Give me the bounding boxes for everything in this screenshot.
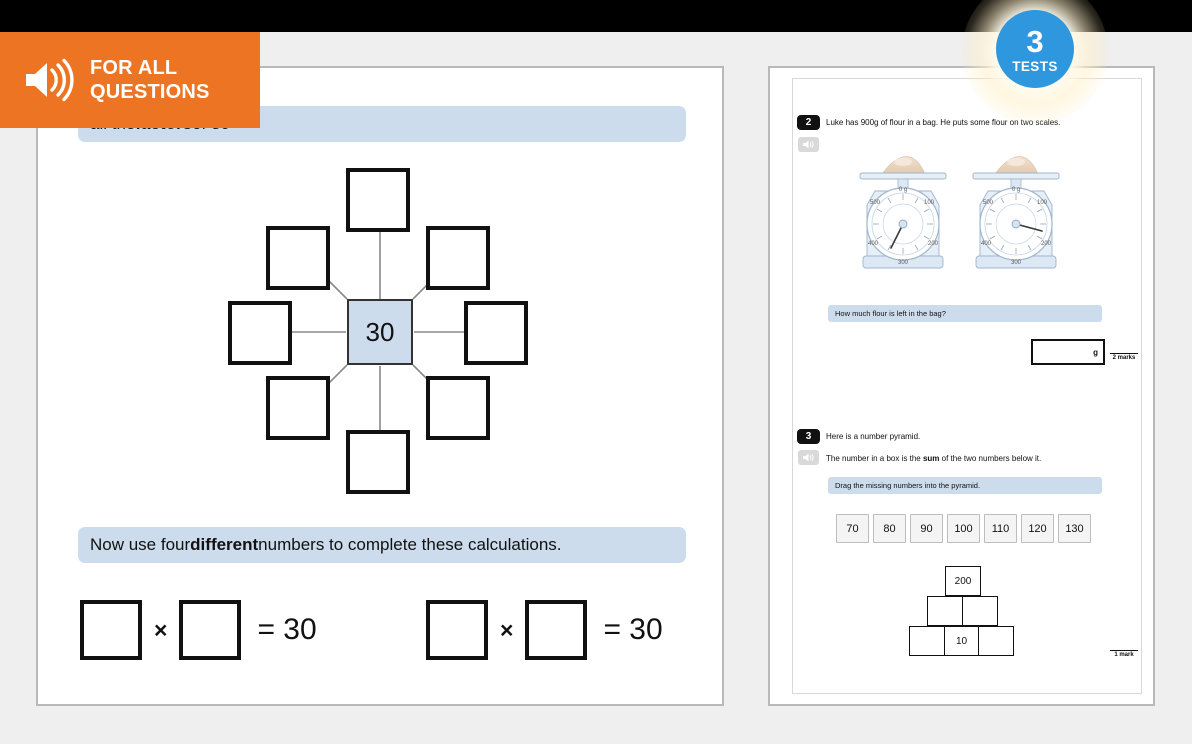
- question-3-number: 3: [797, 429, 820, 444]
- calc2-result: = 30: [603, 613, 663, 646]
- svg-text:0 g: 0 g: [1012, 187, 1020, 193]
- for-all-questions-banner[interactable]: FOR ALL QUESTIONS: [0, 32, 260, 128]
- calc-instruction-text-b: numbers to complete these calculations.: [258, 535, 562, 554]
- number-tile[interactable]: 120: [1021, 514, 1054, 543]
- pyramid-row-bottom: 10: [909, 626, 1014, 656]
- question-3-marks: 1 mark: [1110, 650, 1138, 658]
- factor-box-bottom-right[interactable]: [426, 376, 490, 440]
- question-2-sub-prompt: How much flour is left in the bag?: [828, 305, 1102, 322]
- tests-count-badge: 3 TESTS: [996, 10, 1074, 88]
- number-tile[interactable]: 70: [836, 514, 869, 543]
- calculations-instruction-banner: Now use four different numbers to comple…: [78, 527, 686, 563]
- svg-text:0 g: 0 g: [899, 187, 907, 193]
- speaker-icon: [803, 140, 814, 149]
- svg-text:200: 200: [928, 241, 939, 247]
- number-tile[interactable]: 100: [947, 514, 980, 543]
- factor-box-bottom-left[interactable]: [266, 376, 330, 440]
- number-tile[interactable]: 110: [984, 514, 1017, 543]
- svg-text:500: 500: [870, 200, 881, 206]
- question-3-line-1: Here is a number pyramid.: [826, 432, 921, 441]
- question-3-line-2-bold: sum: [922, 454, 940, 463]
- svg-text:300: 300: [1011, 260, 1022, 266]
- question-2-number: 2: [797, 115, 820, 130]
- question-2-marks: 2 marks: [1110, 353, 1138, 361]
- question-3-instruction: Drag the missing numbers into the pyrami…: [828, 477, 1102, 494]
- svg-text:300: 300: [898, 260, 909, 266]
- factor-web-diagram: 30: [215, 168, 545, 495]
- question-2-answer-box[interactable]: g: [1031, 339, 1105, 365]
- speaker-icon: [26, 58, 74, 102]
- calc-instruction-text-a: Now use four: [90, 535, 191, 554]
- factor-box-bottom[interactable]: [346, 430, 410, 494]
- question-2-answer-unit: g: [1093, 347, 1098, 357]
- svg-text:200: 200: [1041, 241, 1052, 247]
- pyramid-cell-middle-left[interactable]: [927, 596, 963, 626]
- question-3-line-2-a: The number in a box is the: [826, 454, 923, 463]
- question-3-speaker-button[interactable]: [798, 450, 819, 465]
- number-tile[interactable]: 90: [910, 514, 943, 543]
- right-scale: 0 g 100 200 300 400 500: [972, 156, 1060, 269]
- calc1-operand-a[interactable]: [80, 600, 142, 660]
- factor-box-top[interactable]: [346, 168, 410, 232]
- question-3-line-2-b: of the two numbers below it.: [939, 454, 1042, 463]
- factor-box-right[interactable]: [464, 301, 528, 365]
- svg-text:400: 400: [981, 241, 992, 247]
- number-tile[interactable]: 80: [873, 514, 906, 543]
- question-3-line-2: The number in a box is the sum of the tw…: [826, 454, 1126, 464]
- svg-text:100: 100: [924, 200, 935, 206]
- pyramid-row-top: 200: [945, 566, 1013, 596]
- kitchen-scales-illustration: 0 g 100 200 300 400 500 0 g 100 200 300 …: [859, 156, 1060, 269]
- calculation-2: × = 30: [426, 600, 663, 660]
- question-2-prompt: Luke has 900g of flour in a bag. He puts…: [826, 118, 1061, 127]
- question-2-speaker-button[interactable]: [798, 137, 819, 152]
- audio-banner-text: FOR ALL QUESTIONS: [90, 56, 210, 104]
- audio-banner-line2: QUESTIONS: [90, 81, 210, 103]
- calc1-multiply-symbol: ×: [154, 616, 168, 643]
- speaker-icon: [803, 453, 814, 462]
- calc2-multiply-symbol: ×: [500, 616, 514, 643]
- calc-instruction-bold: different: [190, 535, 259, 554]
- calculations-row: × = 30 × = 30: [80, 600, 684, 672]
- factor-box-top-left[interactable]: [266, 226, 330, 290]
- svg-text:500: 500: [983, 200, 994, 206]
- factor-box-top-right[interactable]: [426, 226, 490, 290]
- calc2-operand-a[interactable]: [426, 600, 488, 660]
- factor-web-center-value: 30: [347, 299, 413, 365]
- pyramid-cell-bottom-middle[interactable]: 10: [943, 626, 980, 656]
- factor-box-left[interactable]: [228, 301, 292, 365]
- left-scale: 0 g 100 200 300 400 500: [859, 156, 947, 269]
- pyramid-cell-bottom-right[interactable]: [978, 626, 1014, 656]
- calculation-1: × = 30: [80, 600, 317, 660]
- pyramid-cell-bottom-left[interactable]: [909, 626, 945, 656]
- draggable-number-tiles: 70 80 90 100 110 120 130: [836, 514, 1091, 543]
- calc2-operand-b[interactable]: [525, 600, 588, 660]
- calc1-result: = 30: [257, 613, 317, 646]
- pyramid-cell-middle-right[interactable]: [961, 596, 998, 626]
- tests-count-number: 3: [1026, 24, 1044, 60]
- audio-banner-line1: FOR ALL: [90, 57, 178, 79]
- svg-text:400: 400: [868, 241, 879, 247]
- svg-text:100: 100: [1037, 200, 1048, 206]
- pyramid-row-middle: [927, 596, 1013, 626]
- number-tile[interactable]: 130: [1058, 514, 1091, 543]
- number-pyramid: 200 10: [909, 566, 1014, 656]
- pyramid-cell-top[interactable]: 200: [945, 566, 981, 596]
- tests-count-label: TESTS: [1012, 59, 1058, 75]
- calc1-operand-b[interactable]: [179, 600, 242, 660]
